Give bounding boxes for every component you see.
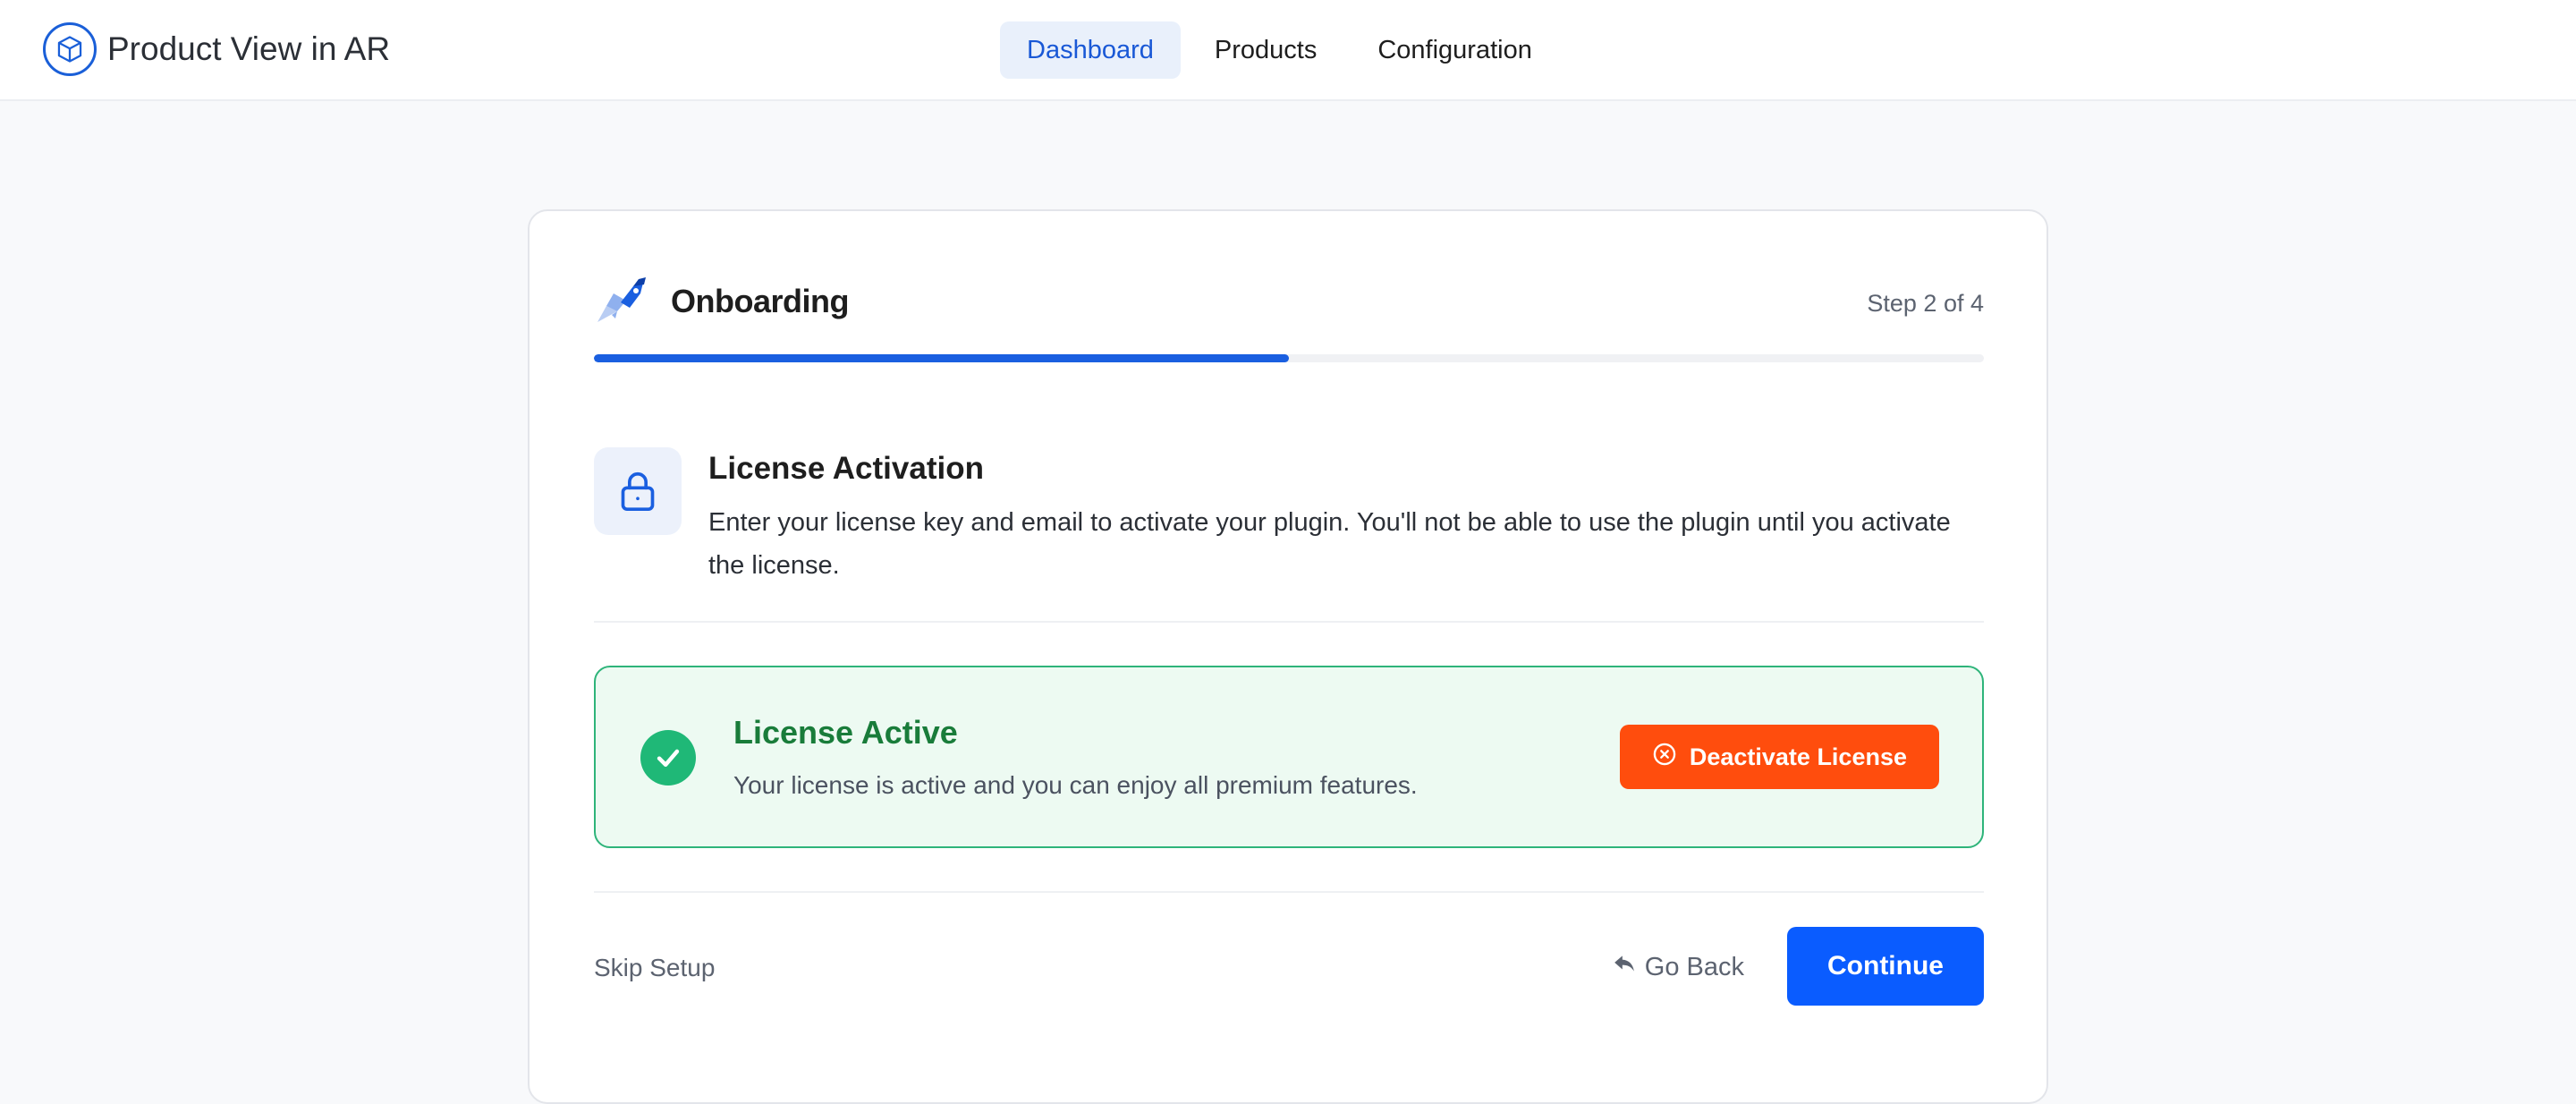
check-icon xyxy=(640,730,696,786)
onboarding-card: Onboarding Step 2 of 4 License Activatio… xyxy=(528,209,2048,1104)
main-nav: Dashboard Products Configuration xyxy=(1000,21,1559,79)
lock-icon xyxy=(594,447,682,535)
go-back-label: Go Back xyxy=(1644,952,1744,981)
app-title: Product View in AR xyxy=(107,30,391,67)
cube-icon xyxy=(43,22,97,76)
onboarding-progress-bar xyxy=(594,354,1984,362)
tab-dashboard[interactable]: Dashboard xyxy=(1000,21,1181,79)
divider xyxy=(594,891,1984,893)
deactivate-license-label: Deactivate License xyxy=(1689,743,1907,770)
divider xyxy=(594,621,1984,623)
license-status-description: Your license is active and you can enjoy… xyxy=(733,771,1418,799)
skip-setup-link[interactable]: Skip Setup xyxy=(594,954,715,982)
section-description: Enter your license key and email to acti… xyxy=(708,508,1951,580)
tab-configuration[interactable]: Configuration xyxy=(1351,21,1559,79)
x-circle-icon xyxy=(1652,742,1677,773)
brand[interactable]: Product View in AR xyxy=(43,22,390,76)
deactivate-license-button[interactable]: Deactivate License xyxy=(1619,725,1939,789)
rocket-icon xyxy=(594,276,651,326)
card-header: Onboarding Step 2 of 4 xyxy=(594,276,1984,329)
progress-fill xyxy=(594,354,1289,362)
card-footer: Skip Setup Go Back Continue xyxy=(594,927,1984,1007)
section-title: License Activation xyxy=(708,451,984,486)
top-bar: Product View in AR Dashboard Products Co… xyxy=(0,0,2576,101)
tab-products[interactable]: Products xyxy=(1188,21,1343,79)
reply-arrow-icon xyxy=(1613,952,1636,982)
step-indicator: Step 2 of 4 xyxy=(1867,290,1984,317)
license-status-panel: License Active Your license is active an… xyxy=(594,666,1984,848)
continue-button[interactable]: Continue xyxy=(1787,927,1984,1006)
go-back-button[interactable]: Go Back xyxy=(1613,952,1744,982)
onboarding-title: Onboarding xyxy=(671,283,849,319)
license-status-title: License Active xyxy=(733,714,958,751)
